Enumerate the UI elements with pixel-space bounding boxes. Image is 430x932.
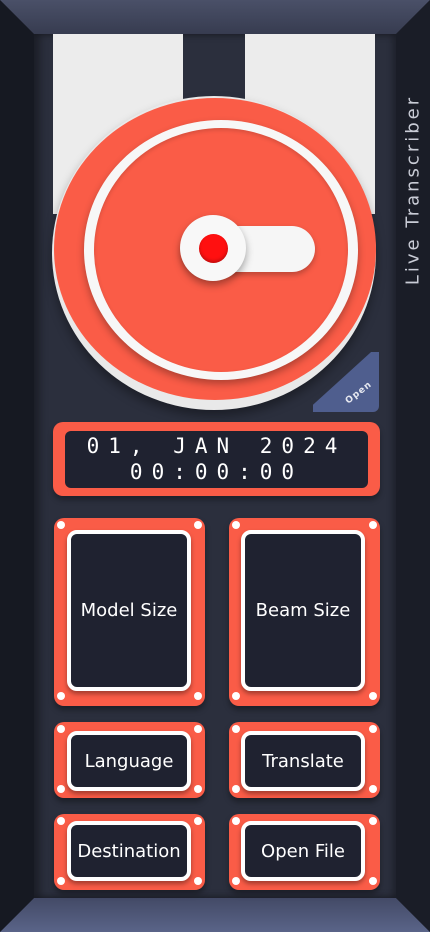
time-readout: 00:00:00	[129, 460, 304, 484]
model-size-button[interactable]: Model Size	[67, 530, 191, 691]
screw-icon	[57, 692, 65, 700]
screw-icon	[194, 817, 202, 825]
screw-icon	[232, 785, 240, 793]
date-readout: 01, JAN 2024	[86, 434, 347, 458]
screw-icon	[369, 785, 377, 793]
screw-icon	[194, 725, 202, 733]
screw-icon	[369, 877, 377, 885]
screw-icon	[57, 817, 65, 825]
screw-icon	[232, 521, 240, 529]
screw-icon	[232, 692, 240, 700]
screw-icon	[57, 785, 65, 793]
record-dot-icon[interactable]	[199, 234, 228, 263]
screw-icon	[232, 877, 240, 885]
app-window: Live Transcriber Open 01, JAN 2024 00:00…	[0, 0, 430, 932]
screw-icon	[57, 725, 65, 733]
screw-icon	[369, 725, 377, 733]
screw-icon	[369, 692, 377, 700]
screw-icon	[194, 785, 202, 793]
screw-icon	[232, 817, 240, 825]
screw-icon	[194, 877, 202, 885]
frame-bevel-bottom	[0, 898, 430, 932]
screw-icon	[57, 877, 65, 885]
destination-button[interactable]: Destination	[67, 821, 191, 881]
screw-icon	[369, 521, 377, 529]
app-title: Live Transcriber	[402, 94, 424, 286]
screw-icon	[232, 725, 240, 733]
screw-icon	[57, 521, 65, 529]
language-button[interactable]: Language	[67, 731, 191, 791]
translate-button[interactable]: Translate	[241, 731, 365, 791]
screw-icon	[369, 817, 377, 825]
open-file-button[interactable]: Open File	[241, 821, 365, 881]
frame-bevel-top	[0, 0, 430, 34]
screw-icon	[194, 692, 202, 700]
screw-icon	[194, 521, 202, 529]
frame-bevel-left	[0, 0, 34, 932]
beam-size-button[interactable]: Beam Size	[241, 530, 365, 691]
